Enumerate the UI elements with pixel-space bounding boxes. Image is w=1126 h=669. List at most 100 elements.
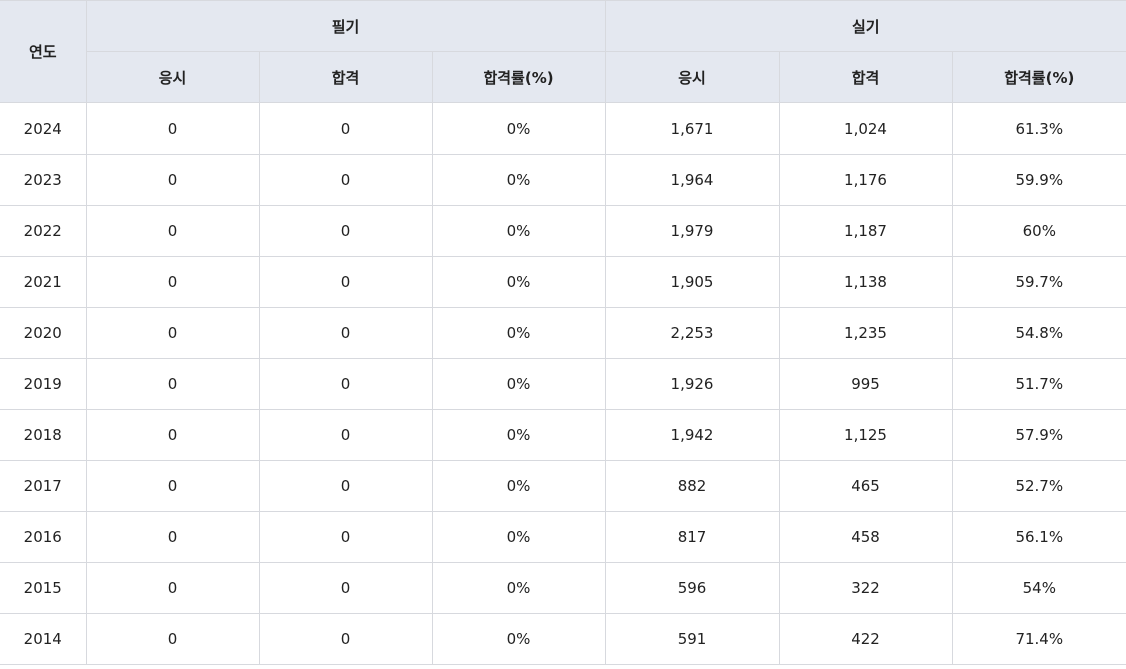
cell-written-applicants: 0 [85, 205, 260, 257]
cell-year: 2015 [0, 562, 87, 614]
cell-written-pass-rate: 0% [431, 460, 606, 512]
cell-year: 2022 [0, 205, 87, 257]
cell-written-passed: 0 [258, 256, 433, 308]
cell-year: 2016 [0, 511, 87, 563]
cell-year: 2024 [0, 102, 87, 155]
cell-written-passed: 0 [258, 562, 433, 614]
cell-written-applicants: 0 [85, 102, 260, 155]
cell-written-applicants: 0 [85, 511, 260, 563]
cell-written-applicants: 0 [85, 307, 260, 359]
cell-practical-pass-rate: 57.9% [951, 409, 1126, 461]
cell-practical-pass-rate: 60% [951, 205, 1126, 257]
table-row: 2014 0 0 0% 591 422 71.4% [0, 613, 1126, 665]
table-row: 2019 0 0 0% 1,926 995 51.7% [0, 358, 1126, 410]
cell-year: 2014 [0, 613, 87, 665]
cell-year: 2023 [0, 154, 87, 206]
cell-written-pass-rate: 0% [431, 511, 606, 563]
cell-written-pass-rate: 0% [431, 205, 606, 257]
cell-practical-pass-rate: 56.1% [951, 511, 1126, 563]
table-row: 2020 0 0 0% 2,253 1,235 54.8% [0, 307, 1126, 359]
cell-practical-pass-rate: 52.7% [951, 460, 1126, 512]
cell-written-pass-rate: 0% [431, 307, 606, 359]
cell-practical-pass-rate: 59.7% [951, 256, 1126, 308]
cell-practical-passed: 1,235 [778, 307, 953, 359]
cell-written-applicants: 0 [85, 154, 260, 206]
cell-written-pass-rate: 0% [431, 613, 606, 665]
cell-year: 2017 [0, 460, 87, 512]
cell-practical-passed: 322 [778, 562, 953, 614]
table-row: 2023 0 0 0% 1,964 1,176 59.9% [0, 154, 1126, 206]
header-year: 연도 [0, 0, 87, 103]
cell-practical-pass-rate: 71.4% [951, 613, 1126, 665]
cell-written-passed: 0 [258, 307, 433, 359]
header-written-pass-rate: 합격률(%) [431, 51, 606, 103]
cell-written-pass-rate: 0% [431, 358, 606, 410]
cell-practical-applicants: 1,926 [604, 358, 780, 410]
cell-written-applicants: 0 [85, 358, 260, 410]
cell-written-pass-rate: 0% [431, 562, 606, 614]
table-row: 2018 0 0 0% 1,942 1,125 57.9% [0, 409, 1126, 461]
cell-practical-passed: 465 [778, 460, 953, 512]
cell-written-pass-rate: 0% [431, 154, 606, 206]
table-row: 2021 0 0 0% 1,905 1,138 59.7% [0, 256, 1126, 308]
cell-practical-applicants: 1,671 [604, 102, 780, 155]
cell-written-applicants: 0 [85, 256, 260, 308]
cell-written-pass-rate: 0% [431, 102, 606, 155]
cell-practical-passed: 458 [778, 511, 953, 563]
header-practical-passed: 합격 [778, 51, 953, 103]
cell-practical-pass-rate: 61.3% [951, 102, 1126, 155]
cell-written-pass-rate: 0% [431, 409, 606, 461]
header-written-group: 필기 [85, 0, 606, 52]
table-body: 2024 0 0 0% 1,671 1,024 61.3% 2023 0 0 0% 1,964 1,17… [0, 102, 1126, 665]
table-row: 2017 0 0 0% 882 465 52.7% [0, 460, 1126, 512]
header-written-passed: 합격 [258, 51, 433, 103]
cell-written-passed: 0 [258, 205, 433, 257]
exam-statistics-table: 연도 필기 실기 응시 합격 합격률(%) 응시 합격 합격률(%) 2024 0… [0, 0, 1126, 665]
table-row: 2024 0 0 0% 1,671 1,024 61.3% [0, 102, 1126, 155]
cell-practical-applicants: 591 [604, 613, 780, 665]
cell-written-passed: 0 [258, 460, 433, 512]
cell-practical-applicants: 817 [604, 511, 780, 563]
cell-written-pass-rate: 0% [431, 256, 606, 308]
cell-practical-passed: 1,125 [778, 409, 953, 461]
cell-practical-pass-rate: 54% [951, 562, 1126, 614]
cell-written-passed: 0 [258, 154, 433, 206]
cell-practical-passed: 422 [778, 613, 953, 665]
header-practical-applicants: 응시 [604, 51, 780, 103]
table-row: 2015 0 0 0% 596 322 54% [0, 562, 1126, 614]
cell-practical-passed: 1,138 [778, 256, 953, 308]
cell-practical-pass-rate: 54.8% [951, 307, 1126, 359]
cell-written-passed: 0 [258, 102, 433, 155]
cell-practical-pass-rate: 51.7% [951, 358, 1126, 410]
cell-practical-applicants: 596 [604, 562, 780, 614]
cell-practical-passed: 1,024 [778, 102, 953, 155]
cell-year: 2020 [0, 307, 87, 359]
cell-written-applicants: 0 [85, 562, 260, 614]
table-row: 2022 0 0 0% 1,979 1,187 60% [0, 205, 1126, 257]
cell-practical-applicants: 1,905 [604, 256, 780, 308]
cell-written-passed: 0 [258, 358, 433, 410]
table-header: 연도 필기 실기 응시 합격 합격률(%) 응시 합격 합격률(%) [0, 0, 1126, 103]
cell-practical-pass-rate: 59.9% [951, 154, 1126, 206]
cell-year: 2018 [0, 409, 87, 461]
cell-year: 2019 [0, 358, 87, 410]
cell-practical-applicants: 1,964 [604, 154, 780, 206]
cell-practical-passed: 995 [778, 358, 953, 410]
cell-year: 2021 [0, 256, 87, 308]
cell-practical-passed: 1,176 [778, 154, 953, 206]
cell-practical-applicants: 1,942 [604, 409, 780, 461]
cell-written-passed: 0 [258, 613, 433, 665]
cell-written-applicants: 0 [85, 613, 260, 665]
header-practical-pass-rate: 합격률(%) [951, 51, 1126, 103]
header-written-applicants: 응시 [86, 51, 260, 103]
header-practical-group: 실기 [604, 0, 1126, 52]
cell-practical-applicants: 2,253 [604, 307, 780, 359]
cell-practical-applicants: 882 [604, 460, 780, 512]
header-row-groups: 연도 필기 실기 [0, 0, 1126, 103]
cell-practical-applicants: 1,979 [604, 205, 780, 257]
cell-written-passed: 0 [258, 409, 433, 461]
cell-written-applicants: 0 [85, 409, 260, 461]
cell-practical-passed: 1,187 [778, 205, 953, 257]
header-row-sub: 응시 합격 합격률(%) 응시 합격 합격률(%) [0, 51, 1126, 103]
cell-written-passed: 0 [258, 511, 433, 563]
